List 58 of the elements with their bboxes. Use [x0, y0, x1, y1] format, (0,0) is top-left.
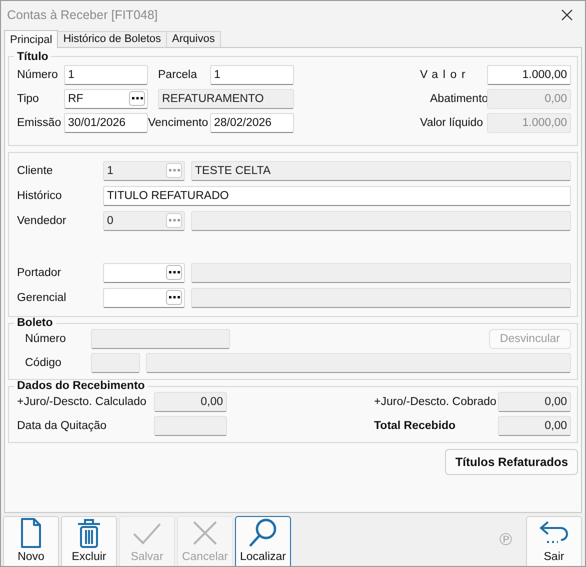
toolbar-button[interactable]: Novo [3, 516, 59, 566]
tab[interactable]: Principal [4, 30, 58, 48]
field-label: Gerencial [17, 292, 68, 304]
field-label: Portador [17, 266, 62, 279]
field-label: +Juro/-Descto. Calculado [17, 396, 148, 408]
field-label: Vendedor [17, 214, 68, 227]
field-label: Tipo [17, 92, 40, 105]
field-label: Parcela [158, 68, 198, 81]
description-field: 0,00 [498, 416, 571, 436]
input-field[interactable]: 1 [64, 64, 148, 85]
field-label: Número [24, 332, 67, 345]
ellipsis-icon [168, 296, 180, 300]
field-label: Vencimento [148, 116, 210, 129]
close-icon [561, 8, 573, 21]
status-mark: ℗ [499, 530, 512, 550]
field-label: Emissão [17, 116, 62, 129]
field-label: Número [17, 68, 59, 81]
input-field[interactable]: 28/02/2026 [210, 112, 294, 133]
field-label: +Juro/-Descto. Cobrado [374, 396, 494, 408]
exit-button[interactable]: Sair [526, 516, 582, 566]
group-title: Título [14, 50, 52, 63]
input-field[interactable] [103, 262, 185, 283]
refaturados-button[interactable]: Títulos Refaturados [445, 448, 578, 475]
input-field[interactable]: 1 [210, 64, 294, 85]
ellipsis-icon [132, 97, 142, 100]
group-title: Boleto [14, 316, 56, 329]
field-label: Valor líquido [420, 116, 484, 129]
input-field[interactable]: RF [64, 88, 148, 109]
field-label: Valor [420, 68, 472, 81]
ellipsis-icon [168, 169, 180, 172]
toolbar-button[interactable]: Excluir [61, 516, 117, 566]
tab[interactable]: Arquivos [166, 30, 221, 47]
lookup-button[interactable] [129, 91, 145, 106]
input-field[interactable]: 1 [103, 160, 185, 181]
field-label: Código [24, 356, 62, 369]
input-field[interactable]: TITULO REFATURADO [103, 186, 571, 206]
input-field[interactable] [103, 288, 185, 308]
lookup-button[interactable] [166, 290, 182, 306]
group-title: Dados do Recebimento [14, 380, 148, 392]
ellipsis-icon [168, 271, 180, 274]
field-label: Abatimento [430, 92, 487, 105]
lookup-button[interactable] [166, 265, 182, 280]
field-label: Histórico [17, 190, 63, 202]
field-label: Cliente [17, 164, 54, 177]
description-field: 0,00 [498, 392, 571, 412]
ellipsis-icon [168, 219, 180, 222]
description-field: 0,00 [154, 392, 227, 412]
input-field[interactable]: 1.000,00 [487, 64, 571, 85]
field-label: Data da Quitação [17, 420, 108, 432]
field-label: Total Recebido [374, 420, 457, 432]
input-field[interactable]: 30/01/2026 [64, 112, 148, 133]
window-title: Contas à Receber [FIT048] [7, 8, 159, 22]
search-icon [247, 517, 279, 549]
input-field[interactable]: 0 [103, 210, 185, 231]
toolbar-button[interactable]: Localizar [235, 516, 291, 566]
description-field [91, 352, 140, 373]
description-field: TESTE CELTA [191, 160, 571, 181]
description-field: REFATURAMENTO [158, 88, 294, 109]
